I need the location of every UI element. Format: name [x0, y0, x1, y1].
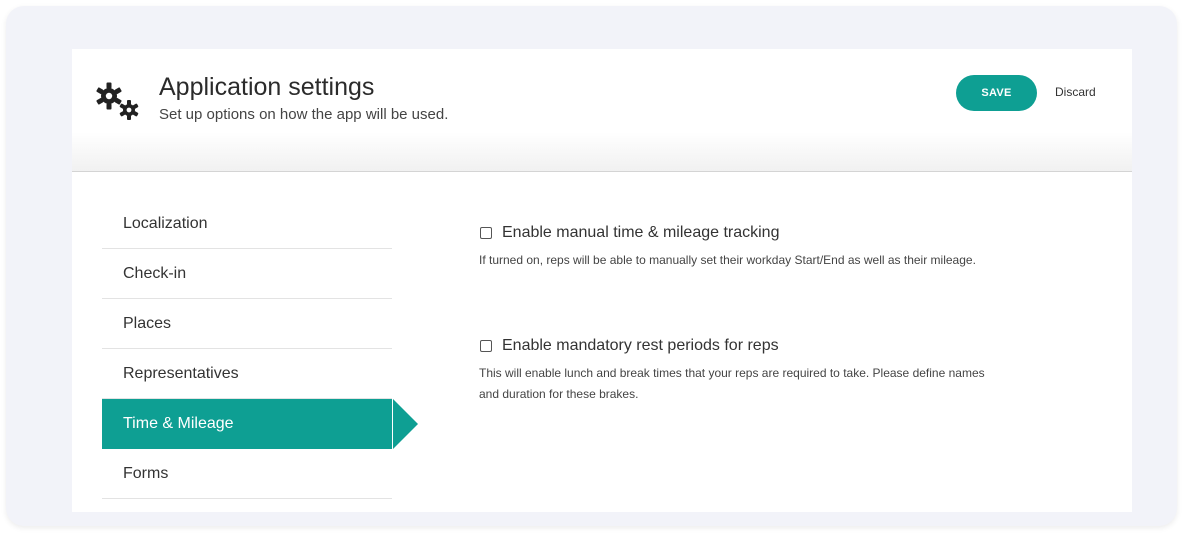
rest-periods-checkbox[interactable]: [480, 340, 492, 352]
sidebar-item-label: Representatives: [123, 365, 239, 382]
settings-card: Application settings Set up options on h…: [72, 49, 1132, 512]
settings-sidebar: Localization Check-in Places Representat…: [102, 199, 418, 499]
sidebar-item-label: Places: [123, 315, 172, 332]
sidebar-item-places[interactable]: Places: [102, 299, 392, 349]
option-label: Enable mandatory rest periods for reps: [502, 337, 779, 354]
page-title: Application settings: [159, 73, 375, 101]
option-description: If turned on, reps will be able to manua…: [479, 253, 976, 267]
sidebar-item-forms[interactable]: Forms: [102, 449, 392, 499]
settings-header: Application settings Set up options on h…: [72, 49, 1132, 172]
option-manual-tracking: Enable manual time & mileage tracking If…: [479, 222, 999, 271]
gears-icon: [96, 82, 139, 120]
active-arrow-indicator: [393, 399, 418, 449]
option-row: Enable mandatory rest periods for reps: [479, 335, 999, 357]
option-description: This will enable lunch and break times t…: [479, 366, 985, 401]
discard-link[interactable]: Discard: [1055, 85, 1096, 99]
save-button[interactable]: SAVE: [956, 75, 1037, 111]
page-subtitle: Set up options on how the app will be us…: [159, 106, 449, 123]
app-frame: Application settings Set up options on h…: [6, 6, 1177, 526]
sidebar-item-label: Forms: [123, 465, 169, 482]
sidebar-item-representatives[interactable]: Representatives: [102, 349, 392, 399]
sidebar-item-label: Check-in: [123, 265, 187, 282]
option-rest-periods: Enable mandatory rest periods for reps T…: [479, 335, 999, 405]
option-label: Enable manual time & mileage tracking: [502, 224, 780, 241]
sidebar-item-localization[interactable]: Localization: [102, 199, 392, 249]
option-row: Enable manual time & mileage tracking: [479, 222, 999, 244]
sidebar-item-label: Localization: [123, 215, 208, 232]
manual-tracking-checkbox[interactable]: [480, 227, 492, 239]
sidebar-item-label: Time & Mileage: [123, 415, 234, 432]
sidebar-item-time-mileage[interactable]: Time & Mileage: [102, 399, 418, 449]
sidebar-item-check-in[interactable]: Check-in: [102, 249, 392, 299]
